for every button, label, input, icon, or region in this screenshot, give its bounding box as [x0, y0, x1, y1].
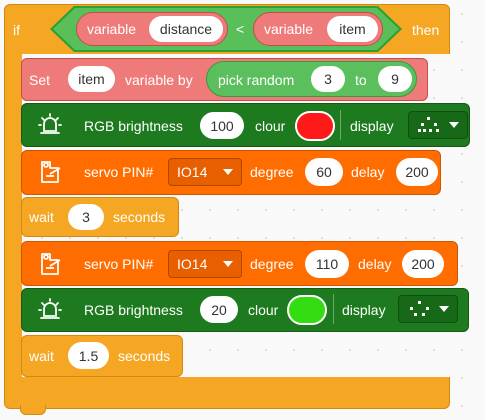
delay-input[interactable]: 200: [396, 158, 438, 186]
colour-picker[interactable]: [295, 111, 335, 141]
if-block-arm[interactable]: [4, 50, 22, 380]
delay-input[interactable]: 200: [402, 250, 444, 278]
less-than-operator: <: [236, 21, 245, 37]
brightness-input[interactable]: 100: [200, 112, 244, 139]
divider: [333, 294, 334, 324]
wait-seconds-input[interactable]: 1.5: [68, 342, 109, 369]
degree-input[interactable]: 60: [305, 158, 343, 186]
led-light-icon: [38, 113, 62, 134]
wait-label: wait: [29, 348, 54, 364]
variable-name-dropdown[interactable]: distance: [149, 16, 223, 42]
display-pattern-dropdown[interactable]: [408, 111, 468, 139]
delay-label: delay: [351, 164, 385, 180]
led-light-icon: [38, 298, 62, 319]
then-label: then: [412, 22, 440, 38]
wait-label: wait: [29, 209, 54, 225]
pin-dropdown[interactable]: IO14: [168, 158, 242, 186]
chevron-down-icon: [223, 261, 233, 267]
degree-label: degree: [250, 256, 294, 272]
pin-dropdown[interactable]: IO14: [168, 250, 242, 278]
colour-label: clour: [255, 118, 286, 134]
if-label: if: [13, 22, 20, 38]
variable-keyword: variable: [87, 21, 137, 37]
chevron-down-icon: [439, 306, 449, 312]
rgb-brightness-label: RGB brightness: [84, 118, 183, 134]
seconds-label: seconds: [113, 209, 166, 225]
if-block-connector: [20, 405, 46, 415]
chevron-down-icon: [223, 169, 233, 175]
variable-by-label: variable by: [125, 72, 193, 88]
servo-motor-icon: [41, 161, 61, 183]
set-label: Set: [29, 72, 51, 88]
divider: [340, 110, 341, 140]
chevron-down-icon: [449, 122, 459, 128]
variable-keyword: variable: [264, 21, 314, 37]
delay-label: delay: [358, 256, 392, 272]
variable-name-dropdown[interactable]: item: [327, 16, 378, 42]
display-label: display: [342, 302, 386, 318]
variable-name-dropdown[interactable]: item: [68, 66, 115, 92]
if-block-footer[interactable]: [4, 377, 450, 409]
servo-pin-label: servo PIN#: [84, 164, 154, 180]
display-label: display: [350, 118, 394, 134]
degree-input[interactable]: 110: [305, 250, 349, 278]
servo-motor-icon: [41, 253, 61, 275]
seconds-label: seconds: [118, 348, 171, 364]
rgb-brightness-label: RGB brightness: [84, 302, 183, 318]
random-to-input[interactable]: 9: [378, 66, 412, 92]
to-label: to: [355, 72, 367, 88]
pin-dropdown-value: IO14: [177, 256, 208, 272]
colour-picker[interactable]: [287, 295, 327, 325]
display-pattern-dropdown[interactable]: [398, 295, 458, 323]
pick-random-label: pick random: [218, 72, 295, 88]
servo-pin-label: servo PIN#: [84, 256, 154, 272]
degree-label: degree: [250, 164, 294, 180]
random-from-input[interactable]: 3: [311, 66, 345, 92]
brightness-input[interactable]: 20: [200, 296, 238, 323]
colour-label: clour: [248, 302, 279, 318]
smile-face-matrix-icon: [410, 301, 429, 316]
wait-seconds-input[interactable]: 3: [68, 204, 104, 230]
pin-dropdown-value: IO14: [177, 164, 208, 180]
sad-face-matrix-icon: [418, 117, 439, 132]
